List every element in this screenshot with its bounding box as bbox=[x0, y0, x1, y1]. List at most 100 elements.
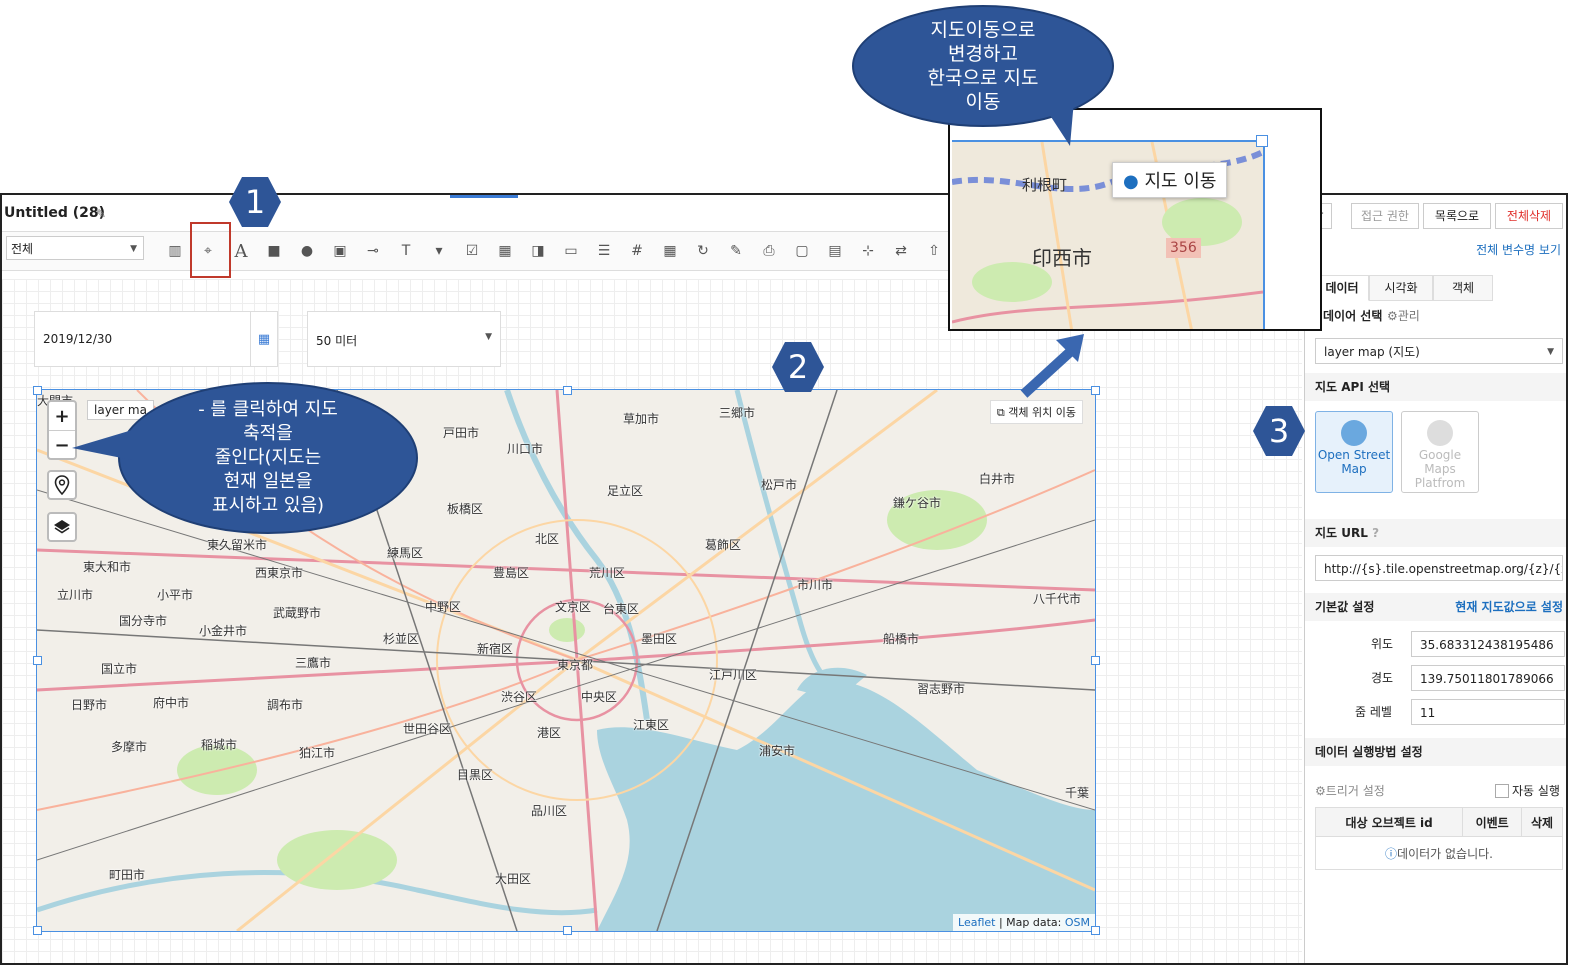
textbox-icon[interactable]: T bbox=[395, 240, 417, 262]
page-title[interactable]: Untitled (28) bbox=[4, 205, 105, 221]
range-select-value: 50 미터 bbox=[316, 334, 358, 348]
zoom-in-button[interactable]: + bbox=[49, 402, 75, 431]
map-place-label: 大田区 bbox=[495, 872, 532, 886]
delete-all-button[interactable]: 전체삭제 bbox=[1495, 203, 1563, 229]
api-card-openstreetmap[interactable]: Open Street Map bbox=[1315, 411, 1393, 493]
inset-road-shield: 356 bbox=[1166, 238, 1201, 258]
map-place-label: 市川市 bbox=[797, 578, 834, 592]
category-select[interactable]: 전체 ▼ bbox=[6, 236, 144, 260]
map-place-label: 文京区 bbox=[555, 600, 592, 614]
list-icon[interactable]: ☰ bbox=[593, 240, 615, 262]
checkbox-icon[interactable]: ☑ bbox=[461, 240, 483, 262]
view-all-variables-link[interactable]: 전체 변수명 보기 bbox=[1476, 241, 1561, 258]
resize-handle[interactable] bbox=[33, 386, 42, 395]
calendar-icon[interactable]: ▦ bbox=[659, 240, 681, 262]
folder-icon[interactable]: ▭ bbox=[560, 240, 582, 262]
default-values-section-title: 기본값 설정 bbox=[1315, 600, 1375, 614]
map-place-label: 三鷹市 bbox=[295, 656, 332, 670]
inset-zoom-image: 利根町 印西市 356 ● 지도 이동 bbox=[948, 108, 1322, 331]
split-icon[interactable]: ⊹ bbox=[857, 240, 879, 262]
map-url-section-header: 지도 URL ? bbox=[1305, 519, 1566, 547]
resize-handle[interactable] bbox=[1091, 926, 1100, 935]
inset-place-inzai: 印西市 bbox=[1032, 246, 1092, 270]
map-place-label: 中央区 bbox=[581, 690, 618, 704]
map-place-label: 草加市 bbox=[623, 412, 660, 426]
slider-icon[interactable]: ⊸ bbox=[362, 240, 384, 262]
zoom-level-label: 줌 레벨 bbox=[1355, 705, 1392, 719]
zoom-level-input[interactable]: 11 bbox=[1411, 699, 1565, 725]
map-place-label: 武蔵野市 bbox=[273, 606, 322, 620]
image-icon[interactable]: ▣ bbox=[329, 240, 351, 262]
map-place-label: 豊島区 bbox=[493, 566, 530, 580]
chevron-down-icon: ▼ bbox=[1547, 347, 1554, 357]
gear-icon: ⚙ bbox=[1387, 309, 1398, 323]
text-icon[interactable]: A bbox=[230, 240, 252, 262]
set-current-map-values-link[interactable]: 현재 지도값으로 설정 bbox=[1455, 593, 1563, 621]
layer-select-label: 데이어 선택 bbox=[1323, 309, 1383, 323]
refresh-icon[interactable]: ↻ bbox=[692, 240, 714, 262]
rectangle-icon[interactable]: ■ bbox=[263, 240, 285, 262]
table-header-delete: 삭제 bbox=[1521, 807, 1563, 837]
map-place-label: 江戸川区 bbox=[709, 668, 758, 682]
tab-object[interactable]: 객체 bbox=[1433, 275, 1493, 301]
move-icon: ⧉ bbox=[996, 406, 1009, 419]
resize-handle[interactable] bbox=[563, 926, 572, 935]
layer-select[interactable]: layer map (지도) ▼ bbox=[1315, 338, 1563, 364]
map-place-label: 新宿区 bbox=[477, 642, 514, 656]
resize-handle[interactable] bbox=[33, 656, 42, 665]
back-to-list-button[interactable]: 목록으로 bbox=[1423, 203, 1491, 229]
inset-map: 利根町 印西市 356 ● 지도 이동 bbox=[952, 140, 1265, 329]
category-select-value: 전체 bbox=[11, 242, 34, 256]
layers-button[interactable] bbox=[47, 512, 77, 542]
datepicker-icon[interactable]: ▦ bbox=[494, 240, 516, 262]
map-url-input[interactable]: http://{s}.tile.openstreetmap.org/{z}/{x bbox=[1315, 555, 1563, 581]
panel-icon[interactable]: ▤ bbox=[824, 240, 846, 262]
range-select[interactable]: 50 미터 ▼ bbox=[307, 311, 501, 367]
access-permission-button[interactable]: 접근 권한 bbox=[1351, 203, 1419, 229]
calendar-icon[interactable]: ▦ bbox=[250, 312, 277, 366]
tab-visualization[interactable]: 시각화 bbox=[1369, 275, 1433, 301]
carousel-icon[interactable]: ◨ bbox=[527, 240, 549, 262]
map-place-label: 多摩市 bbox=[111, 740, 148, 754]
map-place-label: 葛飾区 bbox=[705, 538, 742, 552]
api-card-google-maps[interactable]: Google Maps Platfrom bbox=[1401, 411, 1479, 493]
tab-data[interactable]: 데이터 bbox=[1315, 275, 1369, 301]
trigger-settings-link[interactable]: ⚙트리거 설정 bbox=[1315, 782, 1385, 799]
loading-indicator bbox=[450, 195, 518, 198]
share-icon[interactable]: ⇄ bbox=[890, 240, 912, 262]
latitude-input[interactable]: 35.683312438195486 bbox=[1411, 631, 1565, 657]
map-place-label: 千葉 bbox=[1065, 786, 1090, 800]
location-pin-button[interactable] bbox=[47, 470, 77, 500]
map-place-label: 習志野市 bbox=[917, 682, 966, 696]
edit-icon[interactable]: ✎ bbox=[725, 240, 747, 262]
date-picker[interactable]: 2019/12/30 ▦ bbox=[34, 311, 278, 367]
step-1-badge: 1 bbox=[228, 175, 282, 229]
tag-icon[interactable]: # bbox=[626, 240, 648, 262]
map-place-label: 世田谷区 bbox=[403, 722, 452, 736]
ellipse-icon[interactable]: ● bbox=[296, 240, 318, 262]
map-place-label: 東大和市 bbox=[83, 560, 132, 574]
resize-handle[interactable] bbox=[563, 386, 572, 395]
dropdown-icon[interactable]: ▾ bbox=[428, 240, 450, 262]
chevron-down-icon: ▼ bbox=[485, 332, 492, 342]
step-3-number: 3 bbox=[1268, 412, 1290, 450]
layer-select-value: layer map (지도) bbox=[1324, 345, 1420, 359]
resize-handle[interactable] bbox=[33, 926, 42, 935]
manage-layers-link[interactable]: ⚙관리 bbox=[1387, 307, 1420, 324]
move-map-button[interactable]: ● 지도 이동 bbox=[1112, 162, 1228, 198]
frame-icon[interactable]: ▢ bbox=[791, 240, 813, 262]
upload-icon[interactable]: ⇧ bbox=[923, 240, 945, 262]
auto-run-checkbox[interactable] bbox=[1495, 784, 1509, 798]
map-place-label: 江東区 bbox=[633, 718, 670, 732]
print-icon[interactable]: ⎙ bbox=[758, 240, 780, 262]
osm-link[interactable]: OSM bbox=[1065, 916, 1090, 929]
leaflet-link[interactable]: Leaflet bbox=[958, 916, 995, 929]
resize-handle[interactable] bbox=[1091, 656, 1100, 665]
bar-chart-icon[interactable]: ▥ bbox=[164, 240, 186, 262]
edit-title-icon[interactable]: ✎ bbox=[96, 207, 106, 221]
map-place-label: 品川区 bbox=[531, 804, 568, 818]
callout-top-text: 지도이동으로 변경하고 한국으로 지도 이동 bbox=[927, 19, 1039, 113]
map-place-label: 八千代市 bbox=[1033, 592, 1082, 606]
help-icon[interactable]: ? bbox=[1372, 526, 1379, 540]
longitude-input[interactable]: 139.75011801789066 bbox=[1411, 665, 1565, 691]
